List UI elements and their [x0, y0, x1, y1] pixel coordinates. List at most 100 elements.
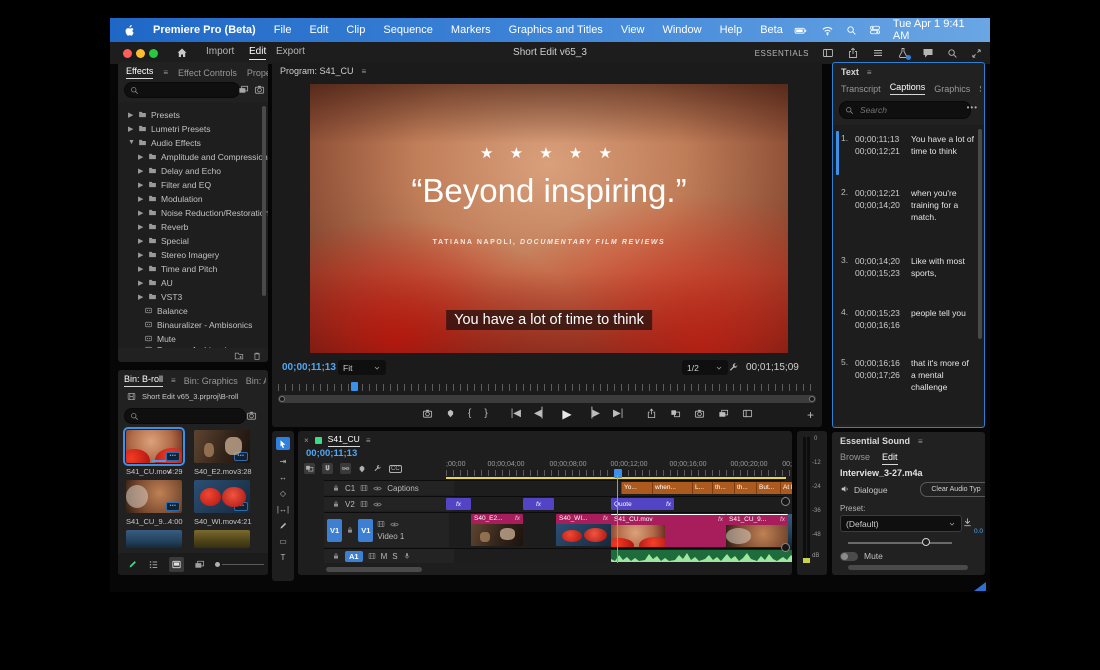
intensity-slider[interactable] [848, 540, 952, 546]
caption-row[interactable]: 1. 00;00;11;1300;00;12;21 You have a lot… [841, 133, 974, 157]
ripple-edit-tool[interactable]: ↔ [279, 473, 287, 482]
add-marker-icon[interactable] [358, 465, 366, 473]
caption-row[interactable]: 5. 00;00;16;1600;00;17;26 that it's more… [841, 357, 974, 393]
tab-transcript[interactable]: Transcript [841, 84, 881, 94]
panel-menu-icon[interactable]: ≡ [171, 376, 176, 385]
video-clip[interactable]: S41_CU_9...fx [726, 514, 788, 547]
mark-out-icon[interactable]: } [484, 409, 487, 419]
tab-captions[interactable]: Captions [890, 82, 926, 95]
eye-icon[interactable] [390, 520, 399, 529]
search-icon[interactable] [947, 48, 958, 59]
caption-row[interactable]: 2. 00;00;12;2100;00;14;20 when you're tr… [841, 187, 974, 223]
bin-clip-thumbnail[interactable] [194, 530, 250, 548]
type-tool[interactable]: T [281, 553, 286, 562]
tab-properties[interactable]: Propertie [247, 68, 268, 78]
bin-clip-thumbnail[interactable]: ••• [126, 430, 182, 463]
menu-edit[interactable]: Edit [300, 24, 337, 36]
captions-menu-icon[interactable]: CC [389, 465, 402, 473]
tree-item[interactable]: ▶Time and Pitch [118, 262, 268, 275]
list-view-icon[interactable] [148, 559, 159, 570]
caption-row[interactable]: 4. 00;00;15;2300;00;16;16 people tell yo… [841, 307, 974, 331]
graphic-clip[interactable]: Quotefx [611, 498, 674, 510]
beta-feedback-icon[interactable] [897, 47, 909, 59]
video-clip[interactable]: S40_E2...fx [471, 514, 523, 546]
tab-bin-graphics[interactable]: Bin: Graphics [184, 376, 238, 386]
caption-clip[interactable]: But... [756, 482, 782, 494]
tree-item[interactable]: ▶Modulation [118, 192, 268, 205]
program-monitor-title[interactable]: Program: S41_CU [280, 66, 354, 76]
freeform-view-icon[interactable] [194, 559, 205, 570]
menu-view[interactable]: View [612, 24, 654, 36]
caption-clip[interactable]: th... [734, 482, 758, 494]
tab-bin-audio[interactable]: Bin: Au [246, 376, 266, 386]
bin-search-input[interactable] [143, 410, 240, 422]
menu-file[interactable]: File [265, 24, 301, 36]
track-target-v1[interactable]: V1 [358, 519, 373, 542]
export-frame-icon[interactable] [422, 408, 433, 419]
captions-scrollbar[interactable] [978, 129, 982, 339]
extract-icon[interactable] [670, 408, 681, 419]
spotlight-icon[interactable] [846, 25, 857, 36]
tree-item[interactable]: ▶Filter and EQ [118, 178, 268, 191]
thumbnail-view-icon[interactable] [169, 557, 184, 572]
tab-edit[interactable]: Edit [882, 452, 898, 465]
panel-menu-icon[interactable]: ≡ [918, 437, 923, 446]
tab-graphics[interactable]: Graphics [934, 84, 970, 94]
menu-markers[interactable]: Markers [442, 24, 500, 36]
razor-tool[interactable]: ◇ [280, 489, 286, 498]
close-sequence-icon[interactable]: × [304, 436, 309, 445]
panel-menu-icon[interactable]: ≡ [366, 436, 371, 445]
bin-clip-thumbnail[interactable] [126, 530, 182, 548]
tree-item[interactable]: ▶Special [118, 234, 268, 247]
more-options-icon[interactable]: ••• [967, 103, 978, 112]
control-center-icon[interactable] [869, 24, 881, 36]
sequence-tab[interactable]: S41_CU [328, 434, 360, 447]
lock-icon[interactable] [332, 484, 340, 492]
menu-window[interactable]: Window [653, 24, 710, 36]
video-clip[interactable]: S40_WI...fx [556, 514, 611, 546]
bin-breadcrumb[interactable]: Short Edit v65_3.prproj\B-roll [142, 392, 238, 401]
monitor-playhead[interactable] [351, 382, 358, 391]
monitor-ruler[interactable] [278, 384, 816, 391]
timeline-playhead-head[interactable] [614, 469, 622, 478]
track-v2-label[interactable]: V2 [345, 500, 355, 509]
comment-icon[interactable] [922, 47, 934, 59]
panel-menu-icon[interactable]: ≡ [867, 68, 872, 77]
caption-clip[interactable]: when... [652, 482, 694, 494]
timeline-playhead[interactable] [617, 475, 618, 563]
lock-icon[interactable] [332, 552, 340, 560]
text-panel-title[interactable]: Text [841, 67, 859, 77]
caption-clip[interactable]: th... [712, 482, 736, 494]
caption-row[interactable]: 3. 00;00;14;2000;00;15;23 Like with most… [841, 255, 974, 279]
bin-filter-icon[interactable] [246, 410, 257, 421]
progress-dashboard-icon[interactable] [872, 47, 884, 59]
monitor-settings-icon[interactable] [728, 362, 739, 373]
slip-tool[interactable]: |↔| [277, 505, 289, 514]
graphic-clip[interactable]: fx [523, 498, 554, 510]
delete-icon[interactable] [252, 351, 262, 361]
tree-item[interactable]: ▶Stereo Imagery [118, 248, 268, 261]
eye-icon[interactable] [373, 500, 382, 509]
clear-audio-type-button[interactable]: Clear Audio Typ [920, 482, 985, 497]
tab-s4[interactable]: S4 [979, 84, 981, 94]
bin-clip-name[interactable]: S40_WI.mov [194, 517, 237, 526]
mute-toggle[interactable] [840, 552, 858, 561]
tab-effects[interactable]: Effects [126, 66, 153, 79]
tree-item[interactable]: ▶Noise Reduction/Restoration [118, 206, 268, 219]
source-patch-v1[interactable]: V1 [327, 519, 342, 542]
tree-item[interactable]: ▶Amplitude and Compression [118, 150, 268, 163]
bin-clip-thumbnail[interactable]: ••• [194, 480, 250, 513]
effects-search-input[interactable] [143, 84, 234, 96]
caption-clip[interactable]: At le... [780, 482, 792, 494]
tree-item[interactable]: Balance [118, 304, 268, 317]
program-current-timecode[interactable]: 00;00;11;13 [282, 362, 336, 373]
voiceover-record-icon[interactable] [403, 552, 411, 560]
menu-app-name[interactable]: Premiere Pro (Beta) [144, 24, 265, 36]
essential-sound-title[interactable]: Essential Sound [840, 436, 910, 446]
go-to-out-icon[interactable]: ▶| [613, 409, 623, 419]
effects-search[interactable] [124, 82, 240, 98]
track-target-a1[interactable]: A1 [345, 551, 363, 562]
audio-clip[interactable] [611, 550, 792, 562]
panel-menu-icon[interactable]: ≡ [163, 68, 168, 77]
step-back-icon[interactable]: ◀▏ [534, 409, 549, 419]
